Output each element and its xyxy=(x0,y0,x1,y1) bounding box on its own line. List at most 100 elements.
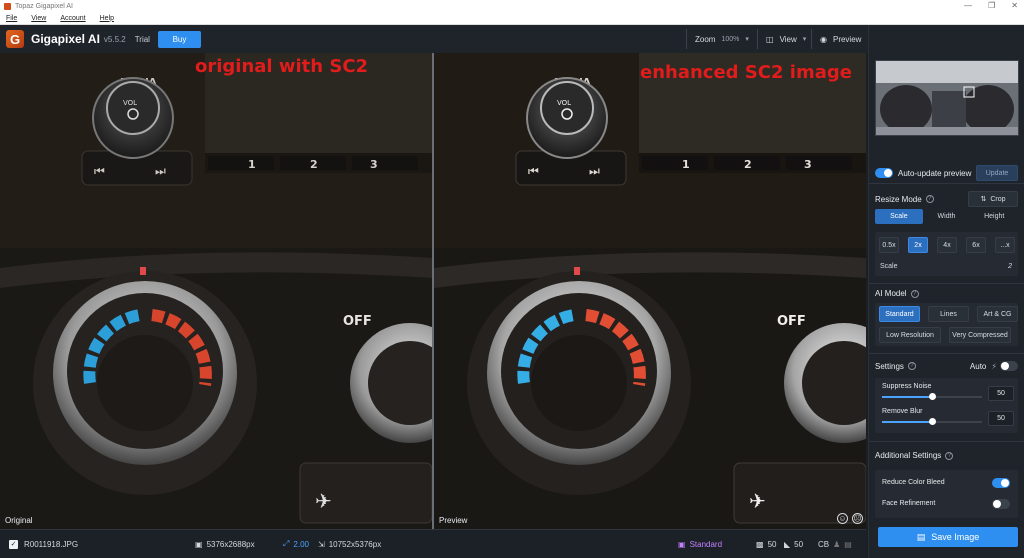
additional-settings-label: Additional Settings xyxy=(875,451,942,460)
face-refinement-toggle[interactable] xyxy=(992,499,1010,509)
noise-icon: ▩ xyxy=(756,539,764,549)
auto-update-row: Auto-update preview Update xyxy=(875,165,1018,181)
input-size: ▣ 5376x2688px xyxy=(195,540,255,549)
file-name: R0011918.JPG xyxy=(24,539,79,549)
preview-toggle[interactable]: ◉ Preview xyxy=(811,29,869,49)
expand-icon: ⤢ xyxy=(283,539,290,548)
auto-settings-toggle[interactable] xyxy=(1000,361,1018,371)
close-icon[interactable]: ✕ xyxy=(1011,1,1018,10)
cb-indicator: CB ♟ ▤ xyxy=(818,540,852,549)
tab-width[interactable]: Width xyxy=(923,209,971,224)
preview-pane[interactable]: 1 2 3 MEDIA ⏮ ⏭ VOL OFF ✈ enhan xyxy=(434,53,866,529)
settings-panel: Auto-update preview Update Resize Mode ?… xyxy=(868,25,1024,558)
remove-blur-input[interactable]: 50 xyxy=(988,411,1014,426)
preview-label: Preview xyxy=(832,34,862,44)
help-icon[interactable]: ? xyxy=(925,195,934,203)
eye-icon: ◉ xyxy=(820,34,827,44)
update-button[interactable]: Update xyxy=(976,165,1018,181)
help-icon[interactable]: ? xyxy=(945,451,954,460)
crop-button[interactable]: ⇅ Crop xyxy=(968,191,1018,207)
view-control[interactable]: ◫ View ▾ xyxy=(757,29,814,49)
zoom-label: Zoom xyxy=(695,34,716,44)
remove-blur-knob[interactable] xyxy=(929,418,936,425)
gigapixel-logo-icon: G xyxy=(6,30,24,48)
scale-box: 0.5x 2x 4x 6x ...x Scale 2 xyxy=(875,232,1018,276)
svg-text:⏭: ⏭ xyxy=(589,164,600,178)
original-pane[interactable]: 1 2 3 MEDIA ⏮ ⏭ VOL OFF ✈ origi xyxy=(0,53,432,529)
svg-text:✈: ✈ xyxy=(749,491,766,513)
output-size: ⇲ 10752x5376px xyxy=(318,540,381,549)
tab-height[interactable]: Height xyxy=(970,209,1018,224)
model-indicator: ▣ Standard xyxy=(678,540,722,549)
scale-value: 2 xyxy=(1008,263,1012,270)
original-overlay-text: original with SC2 xyxy=(195,56,369,77)
menu-file[interactable]: File xyxy=(6,15,17,22)
face-refinement-label: Face Refinement xyxy=(882,500,936,507)
remove-blur-slider[interactable] xyxy=(882,418,982,425)
scale-custom-button[interactable]: ...x xyxy=(995,237,1015,253)
zoom-control[interactable]: Zoom 100% ▾ xyxy=(686,29,757,49)
model-standard-button[interactable]: Standard xyxy=(879,306,920,322)
auto-update-toggle[interactable] xyxy=(875,168,893,178)
settings-label: Settings xyxy=(875,361,904,371)
reduce-color-bleed-toggle[interactable] xyxy=(992,478,1010,488)
help-icon[interactable]: ? xyxy=(910,289,919,298)
trial-label: Trial xyxy=(134,34,150,44)
status-bar: ✓ R0011918.JPG ▣ 5376x2688px ⤢ 2.00 ⇲ 10… xyxy=(0,529,866,558)
zoom-value: 100% xyxy=(721,35,740,43)
smile-feedback-icon[interactable]: ☺ xyxy=(837,513,848,524)
app-name: Gigapixel AI xyxy=(31,32,100,46)
app-small-icon xyxy=(4,2,11,10)
model-lines-button[interactable]: Lines xyxy=(928,306,969,322)
top-toolbar: G Gigapixel AI v5.5.2 Trial Buy Zoom 100… xyxy=(0,25,868,53)
off-label: OFF xyxy=(343,314,372,329)
scale-2x-button[interactable]: 2x xyxy=(908,237,928,253)
view-label: View xyxy=(779,34,797,44)
suppress-noise-input[interactable]: 50 xyxy=(988,386,1014,401)
settings-box: Suppress Noise 50 Remove Blur 50 xyxy=(875,378,1018,433)
menu-view[interactable]: View xyxy=(31,15,46,22)
scale-indicator: ⤢ 2.00 xyxy=(283,539,309,549)
tab-scale[interactable]: Scale xyxy=(875,209,923,224)
preset-1: 1 xyxy=(248,158,256,171)
navigator-thumbnail[interactable] xyxy=(875,60,1019,136)
preset-2: 2 xyxy=(744,158,752,171)
image-size-icon: ▣ xyxy=(195,539,203,549)
file-checkbox[interactable]: ✓ xyxy=(9,539,18,549)
preset-1: 1 xyxy=(682,158,690,171)
ai-model-header: AI Model ? xyxy=(875,289,1018,298)
minimize-icon[interactable]: — xyxy=(964,1,972,10)
scale-4x-button[interactable]: 4x xyxy=(937,237,957,253)
resize-mode-header: Resize Mode ? ⇅ Crop xyxy=(875,191,1018,207)
suppress-noise-slider[interactable] xyxy=(882,393,982,400)
scale-0-5x-button[interactable]: 0.5x xyxy=(879,237,899,253)
model-low-resolution-button[interactable]: Low Resolution xyxy=(879,327,941,343)
svg-text:✈: ✈ xyxy=(315,491,332,513)
trash-icon[interactable]: ▤ xyxy=(844,540,852,549)
buy-button[interactable]: Buy xyxy=(157,30,201,48)
lightning-icon: ⚡ xyxy=(991,361,997,371)
additional-box: Reduce Color Bleed Face Refinement xyxy=(875,470,1018,518)
model-art-cg-button[interactable]: Art & CG xyxy=(977,306,1018,322)
face-icon: ♟ xyxy=(833,539,841,549)
menu-help[interactable]: Help xyxy=(100,15,114,22)
menu-account[interactable]: Account xyxy=(60,15,85,22)
blur-value: 50 xyxy=(794,539,804,549)
additional-settings-header: Additional Settings ? xyxy=(875,451,1018,460)
window-titlebar: Topaz Gigapixel AI — ❐ ✕ xyxy=(0,0,1024,12)
save-image-button[interactable]: ▤ Save Image xyxy=(878,527,1018,547)
help-icon[interactable]: ? xyxy=(907,362,916,370)
ai-model-label: AI Model xyxy=(875,289,907,298)
preset-2: 2 xyxy=(310,158,318,171)
svg-text:⏮: ⏮ xyxy=(94,164,105,178)
model-very-compressed-button[interactable]: Very Compressed xyxy=(949,327,1011,343)
save-icon: ▤ xyxy=(916,531,926,542)
frown-feedback-icon[interactable]: ☹ xyxy=(852,513,863,524)
image-viewer[interactable]: 1 2 3 MEDIA ⏮ ⏭ VOL OFF ✈ origi xyxy=(0,53,866,529)
save-image-label: Save Image xyxy=(931,532,980,542)
scale-6x-button[interactable]: 6x xyxy=(966,237,986,253)
maximize-icon[interactable]: ❐ xyxy=(988,1,995,10)
menu-bar: File View Account Help xyxy=(0,12,1024,25)
svg-text:⏮: ⏮ xyxy=(528,164,539,178)
suppress-noise-knob[interactable] xyxy=(929,393,936,400)
